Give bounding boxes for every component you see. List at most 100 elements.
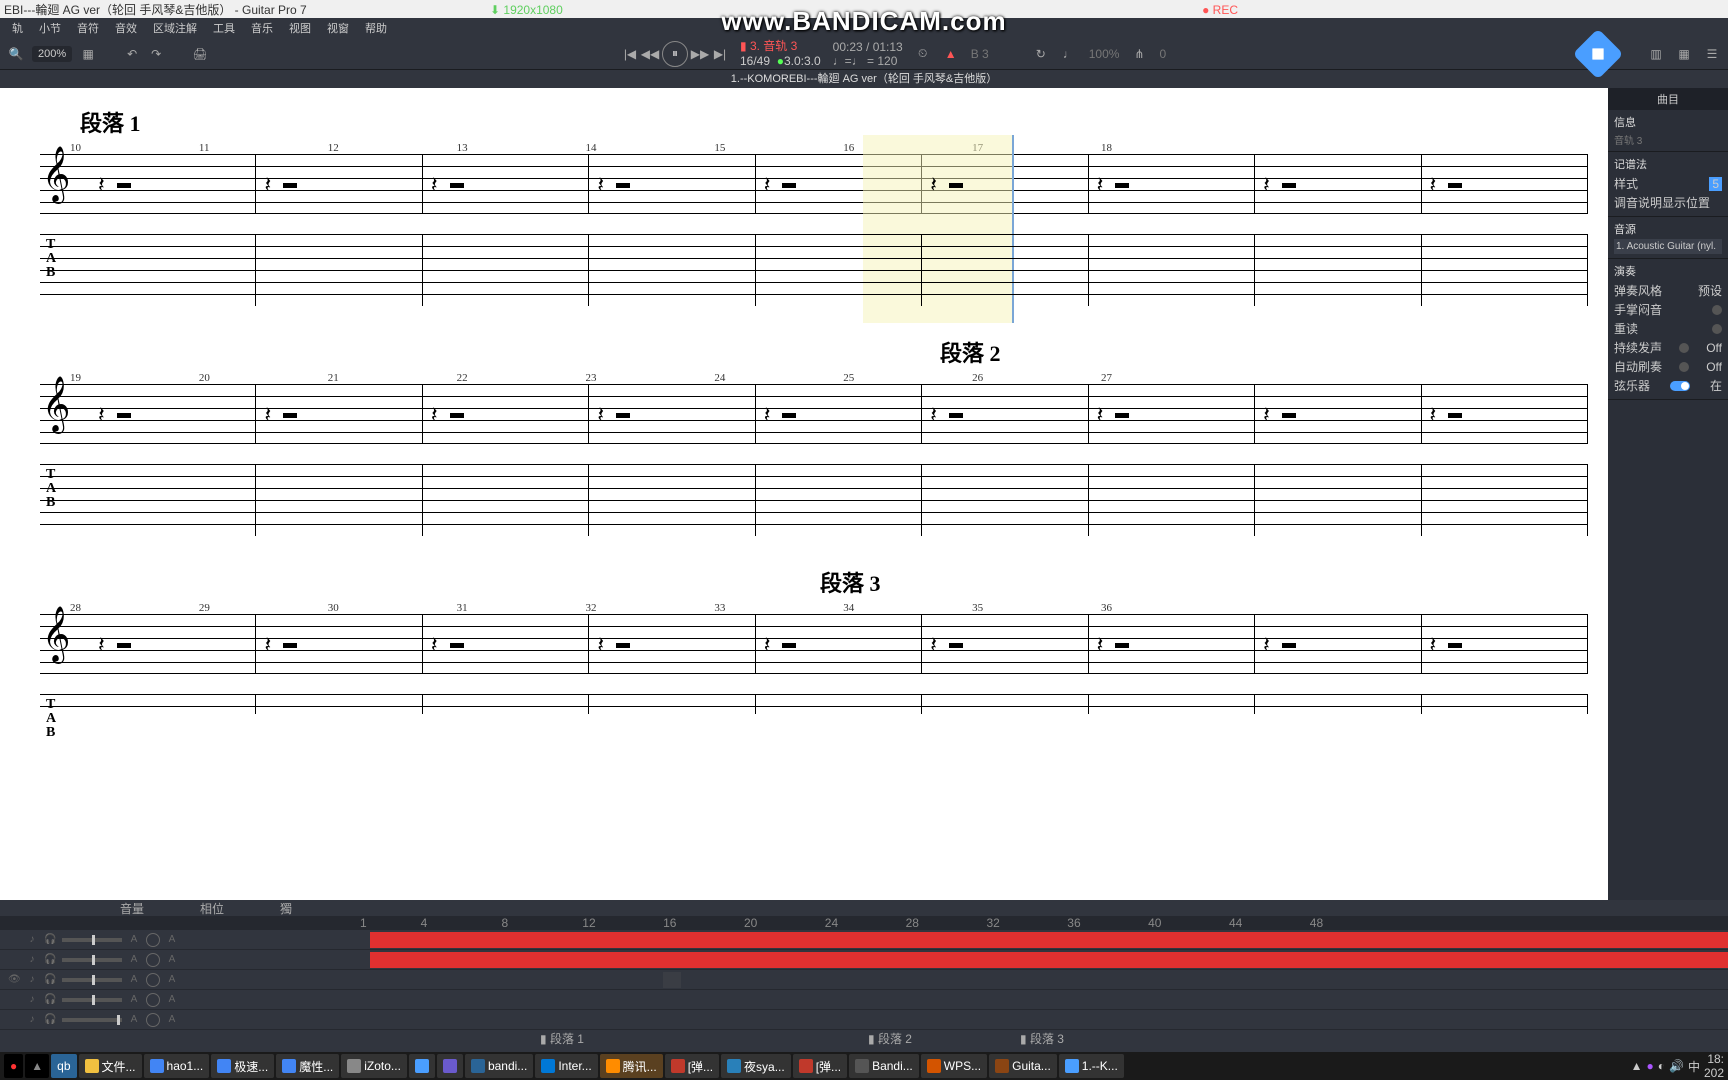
mute-icon[interactable]: ♪ (26, 994, 38, 1006)
taskbar-app[interactable]: [弹... (665, 1054, 719, 1078)
menu-视图[interactable]: 视图 (281, 20, 319, 36)
menu-音效[interactable]: 音效 (107, 20, 145, 36)
visibility-icon[interactable] (8, 934, 20, 946)
mute-icon[interactable]: ♪ (26, 1014, 38, 1026)
speed-pct[interactable]: 100% (1089, 47, 1120, 61)
section-marker[interactable]: ▮ 段落 1 (540, 1030, 584, 1047)
taskbar-app[interactable]: 魔性... (276, 1054, 339, 1078)
search-icon[interactable]: 🔍 (8, 46, 24, 62)
volume-slider[interactable] (62, 978, 122, 982)
print-icon[interactable]: 🖨 (192, 46, 208, 62)
tab-staff[interactable]: TAB (40, 234, 1588, 306)
fretboard-icon[interactable]: ▥ (1648, 46, 1664, 62)
zoom-level[interactable]: 200% (32, 46, 72, 62)
taskbar-app[interactable] (437, 1054, 463, 1078)
panel-icon[interactable]: ☰ (1704, 46, 1720, 62)
pan-knob[interactable] (146, 933, 160, 947)
mute-icon[interactable]: ♪ (26, 974, 38, 986)
timeline-ruler[interactable]: 14812162024283236404448 (0, 916, 1728, 930)
solo-icon[interactable]: 🎧 (44, 974, 56, 986)
mixer-track[interactable]: ♪🎧AA (0, 930, 1728, 950)
clock-time[interactable]: 18: (1704, 1052, 1724, 1066)
mixer-track[interactable]: ♪🎧AA (0, 950, 1728, 970)
tray-icon[interactable]: ◐ (1658, 1059, 1665, 1073)
tuner-icon[interactable]: ▲ (943, 46, 959, 62)
section-marker[interactable]: ▮ 段落 3 (1020, 1030, 1064, 1047)
taskbar-app[interactable]: 夜sya... (721, 1054, 791, 1078)
pan-knob[interactable] (146, 953, 160, 967)
forward-icon[interactable]: ▶▶ (692, 46, 708, 62)
taskbar-app[interactable]: iZoto... (341, 1054, 407, 1078)
solo-icon[interactable]: 🎧 (44, 1014, 56, 1026)
tab-staff[interactable]: TAB (40, 464, 1588, 536)
visibility-icon[interactable] (8, 1014, 20, 1026)
taskbar-pinned[interactable]: qb (51, 1054, 76, 1078)
metronome-icon[interactable]: ⏲ (915, 46, 931, 62)
menu-小节[interactable]: 小节 (31, 20, 69, 36)
mixer-track[interactable]: ♪🎧AA (0, 1010, 1728, 1030)
pause-button[interactable]: ⏸ (662, 41, 688, 67)
volume-slider[interactable] (62, 1018, 122, 1022)
mixer-track[interactable]: 👁♪🎧AA (0, 970, 1728, 990)
info-section[interactable]: 信息 (1614, 114, 1722, 130)
taskbar-app[interactable]: Bandi... (849, 1054, 919, 1078)
undo-icon[interactable]: ↶ (124, 46, 140, 62)
volume-slider[interactable] (62, 998, 122, 1002)
loop-icon[interactable]: ↻ (1033, 46, 1049, 62)
menu-音符[interactable]: 音符 (69, 20, 107, 36)
taskbar-app[interactable]: [弹... (793, 1054, 847, 1078)
pan-knob[interactable] (146, 1013, 160, 1027)
mute-icon[interactable]: ♪ (26, 954, 38, 966)
tuning-fork-icon[interactable]: ⋔ (1131, 46, 1147, 62)
go-end-icon[interactable]: ▶| (712, 46, 728, 62)
menu-工具[interactable]: 工具 (205, 20, 243, 36)
ime-indicator[interactable]: 中 (1688, 1058, 1700, 1075)
visibility-icon[interactable]: 👁 (8, 974, 20, 986)
solo-icon[interactable]: 🎧 (44, 934, 56, 946)
taskbar-app[interactable]: 腾讯... (600, 1054, 663, 1078)
start-button[interactable]: ● (4, 1054, 23, 1078)
track-clip[interactable] (370, 952, 1728, 968)
go-start-icon[interactable]: |◀ (622, 46, 638, 62)
standard-notation-staff[interactable]: 𝄞𝄽𝄽𝄽𝄽𝄽𝄽𝄽𝄽𝄽 (40, 154, 1588, 214)
menu-视窗[interactable]: 视窗 (319, 20, 357, 36)
taskbar-app[interactable]: 1.--K... (1059, 1054, 1124, 1078)
palm-mute-toggle[interactable] (1712, 305, 1722, 315)
visibility-icon[interactable] (8, 994, 20, 1006)
taskbar-app[interactable]: hao1... (144, 1054, 210, 1078)
menu-轨[interactable]: 轨 (4, 20, 31, 36)
track-clip[interactable] (370, 932, 1728, 948)
pan-knob[interactable] (146, 973, 160, 987)
volume-slider[interactable] (62, 938, 122, 942)
menu-区域注解[interactable]: 区域注解 (145, 20, 205, 36)
taskbar-app[interactable]: 文件... (79, 1054, 142, 1078)
sound-item[interactable]: 1. Acoustic Guitar (nyl. (1614, 239, 1722, 254)
taskbar-app[interactable]: Inter... (535, 1054, 597, 1078)
solo-icon[interactable]: 🎧 (44, 994, 56, 1006)
sustain-toggle[interactable] (1679, 343, 1689, 353)
pan-knob[interactable] (146, 993, 160, 1007)
standard-notation-staff[interactable]: 𝄞𝄽𝄽𝄽𝄽𝄽𝄽𝄽𝄽𝄽 (40, 384, 1588, 444)
section-marker[interactable]: ▮ 段落 2 (868, 1030, 912, 1047)
solo-icon[interactable]: 🎧 (44, 954, 56, 966)
layout-icon[interactable]: ▦ (80, 46, 96, 62)
visibility-icon[interactable] (8, 954, 20, 966)
tray-icon[interactable]: ● (1647, 1059, 1654, 1073)
redo-icon[interactable]: ↷ (148, 46, 164, 62)
cortana-button[interactable]: ▲ (25, 1054, 49, 1078)
volume-slider[interactable] (62, 958, 122, 962)
accent-toggle[interactable] (1712, 324, 1722, 334)
taskbar-app[interactable]: Guita... (989, 1054, 1057, 1078)
panel-tab-song[interactable]: 曲目 (1608, 88, 1728, 110)
tray-icon[interactable]: 🔊 (1669, 1059, 1684, 1073)
mixer-track[interactable]: ♪🎧AA (0, 990, 1728, 1010)
standard-notation-staff[interactable]: 𝄞𝄽𝄽𝄽𝄽𝄽𝄽𝄽𝄽𝄽 (40, 614, 1588, 674)
taskbar-app[interactable]: 极速... (211, 1054, 274, 1078)
taskbar-app[interactable] (409, 1054, 435, 1078)
score-view[interactable]: 段落 1101112131415161718𝄞𝄽𝄽𝄽𝄽𝄽𝄽𝄽𝄽𝄽TAB段落 21… (0, 88, 1608, 900)
autobrush-toggle[interactable] (1679, 362, 1689, 372)
strings-toggle[interactable] (1670, 381, 1690, 391)
mute-icon[interactable]: ♪ (26, 934, 38, 946)
track-clip[interactable] (663, 972, 681, 988)
menu-音乐[interactable]: 音乐 (243, 20, 281, 36)
